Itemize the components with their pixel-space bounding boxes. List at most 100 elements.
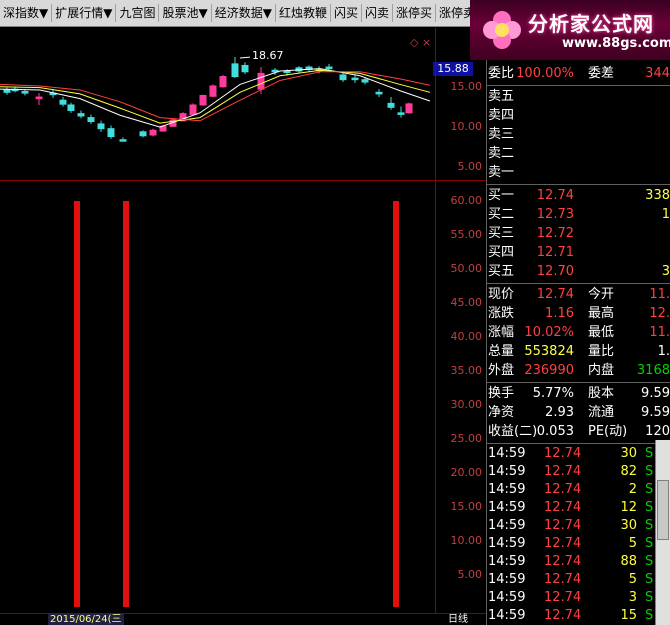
toolbar-item[interactable]: 经济数据▼	[212, 4, 276, 22]
indicator-axis: 60.00 55.00 50.00 45.00 40.00 35.00 30.00 25.00…	[436, 181, 486, 613]
tick-side: S	[645, 518, 654, 533]
candle-body	[67, 104, 75, 111]
logo-title: 分析家公式网	[528, 12, 654, 36]
toolbar-item[interactable]: 闪买	[331, 4, 362, 22]
tick-price: 12.74	[544, 590, 582, 605]
diamond-icon: ◇	[410, 36, 419, 49]
buy-level-price: 12.74	[536, 188, 574, 203]
date-bar: 2015/06/24(三 日线	[0, 613, 486, 625]
tick-row[interactable]: 14:59 12.74 5 S	[487, 535, 670, 553]
fundamental-value: 2.93	[545, 405, 574, 420]
tick-side: S	[645, 446, 654, 461]
tick-row[interactable]: 14:59 12.74 82 S	[487, 463, 670, 481]
tick-price: 12.74	[544, 482, 582, 497]
close-icon: ×	[422, 36, 431, 49]
candle-body	[21, 91, 29, 94]
tick-time: 14:59	[488, 608, 526, 623]
fundamental-value: 120	[645, 424, 670, 439]
tick-row[interactable]: 14:59 12.74 30 S	[487, 445, 670, 463]
candle-body	[325, 66, 333, 70]
tick-volume: 15	[620, 608, 637, 623]
fundamental-label: PE(动)	[588, 424, 628, 439]
candle-body	[283, 70, 291, 74]
tick-side: S	[645, 482, 654, 497]
tick-row[interactable]: 14:59 12.74 30 S	[487, 517, 670, 535]
sell-level-row: 卖三	[487, 125, 670, 144]
tick-row[interactable]: 14:59 12.74 3 S	[487, 589, 670, 607]
scroll-thumb[interactable]	[657, 480, 669, 540]
stat-label: 今开	[588, 287, 615, 302]
stat-row: 涨幅 10.02% 最低 11.	[487, 323, 670, 342]
tick-volume: 82	[620, 464, 637, 479]
tick-row[interactable]: 14:59 12.74 15 S	[487, 607, 670, 625]
toolbar-item[interactable]: 股票池▼	[159, 4, 212, 22]
candle-body	[339, 74, 347, 81]
buy-level-label: 买二	[488, 207, 515, 222]
fundamental-label: 收益(二)	[488, 424, 538, 439]
weibi-label: 委比	[488, 66, 515, 81]
buy-level-volume: 3	[661, 264, 670, 279]
tick-price: 12.74	[544, 500, 582, 515]
panel-separator	[487, 85, 670, 86]
pane-divider	[0, 180, 486, 181]
toolbar-item[interactable]: 深指数▼	[0, 4, 53, 22]
buy-level-label: 买三	[488, 226, 515, 241]
axis-tick-label: 15.00	[450, 80, 483, 93]
tick-time: 14:59	[488, 518, 526, 533]
buy-level-price: 12.72	[536, 226, 574, 241]
panel-separator	[487, 382, 670, 383]
tick-volume: 88	[620, 554, 637, 569]
tick-time: 14:59	[488, 446, 526, 461]
tick-row[interactable]: 14:59 12.74 12 S	[487, 499, 670, 517]
signal-bar	[393, 201, 399, 607]
candle-body	[361, 79, 369, 83]
toolbar-item[interactable]: 扩展行情▼	[52, 4, 117, 22]
sell-level-row: 卖二	[487, 144, 670, 163]
axis-tick-label: 60.00	[450, 194, 483, 207]
tick-time: 14:59	[488, 554, 526, 569]
tick-row[interactable]: 14:59 12.74 2 S	[487, 481, 670, 499]
period-tab[interactable]: 日线	[448, 614, 468, 625]
buy-level-label: 买五	[488, 264, 515, 279]
tick-volume: 30	[620, 446, 637, 461]
candle-body	[387, 102, 395, 108]
toolbar-item[interactable]: 闪卖	[362, 4, 393, 22]
fundamental-row: 收益(二) 0.053 PE(动) 120	[487, 422, 670, 441]
kline-chart[interactable]: 18.67 ◇ ×	[0, 28, 435, 180]
tick-time: 14:59	[488, 572, 526, 587]
tick-time: 14:59	[488, 590, 526, 605]
tick-scrollbar[interactable]	[655, 440, 670, 625]
candle-body	[397, 112, 405, 115]
stat-value: 3168	[636, 363, 670, 378]
quote-panel: 委比 100.00% 委差 344 卖五 卖四 卖三 卖二 卖一 买一 12.74 338 买二 12.7…	[487, 60, 670, 625]
sell-level-label: 卖四	[488, 108, 515, 123]
tick-row[interactable]: 14:59 12.74 5 S	[487, 571, 670, 589]
tick-time: 14:59	[488, 482, 526, 497]
tick-price: 12.74	[544, 572, 582, 587]
panel-separator	[487, 443, 670, 444]
tick-row[interactable]: 14:59 12.74 88 S	[487, 553, 670, 571]
stat-label: 最低	[588, 325, 615, 340]
buy-level-label: 买四	[488, 245, 515, 260]
toolbar-item[interactable]: 红烛教鞭	[276, 4, 331, 22]
axis-tick-label: 10.00	[450, 534, 483, 547]
candle-body	[149, 129, 157, 136]
tick-side: S	[645, 464, 654, 479]
candle-body	[3, 89, 11, 93]
candle-body	[107, 128, 115, 138]
indicator-chart[interactable]	[0, 181, 435, 613]
toolbar-item[interactable]: 涨停买	[393, 4, 437, 22]
tick-price: 12.74	[544, 464, 582, 479]
signal-bar	[123, 201, 129, 607]
buy-level-volume: 338	[645, 188, 670, 203]
toolbar-item[interactable]: 九宫图	[116, 4, 160, 22]
stat-value: 1.	[657, 344, 670, 359]
signal-bar	[74, 201, 80, 607]
candle-body	[257, 72, 265, 90]
axis-divider	[435, 28, 436, 625]
axis-tick-label: 55.00	[450, 228, 483, 241]
axis-tick-label: 15.00	[450, 500, 483, 513]
fundamental-label: 净资	[488, 405, 515, 420]
ma-line-white	[0, 68, 431, 128]
panel-separator	[487, 283, 670, 284]
